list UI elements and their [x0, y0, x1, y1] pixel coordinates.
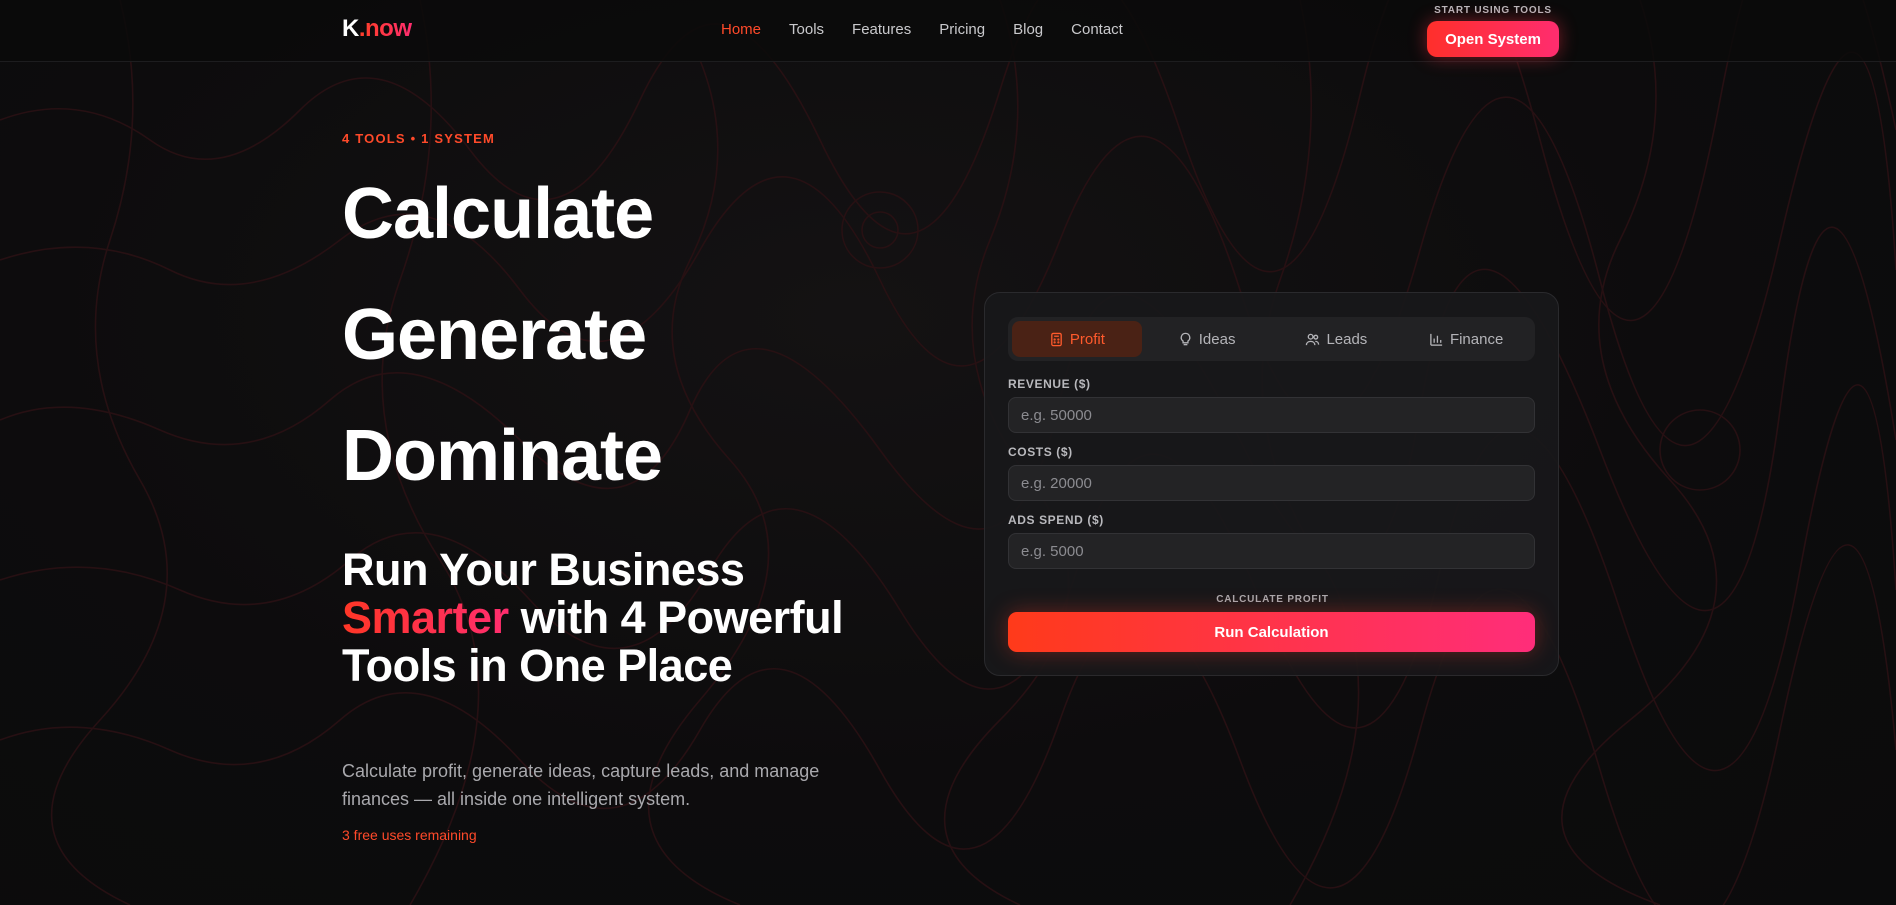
hero-eyebrow: 4 TOOLS • 1 SYSTEM [342, 131, 496, 146]
tool-tabs: Profit Ideas Leads Finance [1008, 317, 1535, 361]
tab-leads[interactable]: Leads [1272, 321, 1402, 357]
nav-link-home[interactable]: Home [721, 21, 761, 38]
costs-input[interactable] [1008, 465, 1535, 501]
nav-link-features[interactable]: Features [852, 21, 911, 38]
top-navbar: K.now Home Tools Features Pricing Blog C… [0, 0, 1896, 62]
nav-links: Home Tools Features Pricing Blog Contact [721, 21, 1151, 38]
hero-word-generate: Generate [342, 295, 647, 375]
brand-logo[interactable]: K.now [342, 15, 412, 43]
tab-profit[interactable]: Profit [1012, 321, 1142, 357]
nav-link-tools[interactable]: Tools [789, 21, 824, 38]
revenue-input[interactable] [1008, 397, 1535, 433]
cta-caption: START USING TOOLS [1434, 5, 1552, 16]
nav-link-contact[interactable]: Contact [1071, 21, 1123, 38]
hero-description: Calculate profit, generate ideas, captur… [342, 761, 820, 809]
run-calculation-button[interactable]: Run Calculation [1008, 612, 1535, 652]
tool-card: Profit Ideas Leads Finance REVENUE ($) C… [984, 292, 1559, 676]
users-icon [1306, 333, 1320, 345]
ads-spend-label: ADS SPEND ($) [1008, 513, 1104, 527]
nav-link-pricing[interactable]: Pricing [939, 21, 985, 38]
calculator-icon [1051, 332, 1062, 346]
headline-accent: Smarter [342, 592, 509, 643]
tab-ideas[interactable]: Ideas [1142, 321, 1272, 357]
free-uses-remaining: 3 free uses remaining [342, 827, 477, 843]
nav-link-blog[interactable]: Blog [1013, 21, 1043, 38]
open-system-button[interactable]: Open System [1427, 21, 1559, 57]
lightbulb-icon [1180, 332, 1191, 345]
tab-label: Leads [1326, 330, 1368, 348]
tab-finance[interactable]: Finance [1401, 321, 1531, 357]
tab-label: Finance [1449, 330, 1504, 348]
bar-chart-icon [1430, 333, 1443, 346]
run-caption: CALCULATE PROFIT [1216, 594, 1329, 605]
background-pattern [0, 0, 1896, 905]
hero-word-dominate: Dominate [342, 416, 663, 496]
ads-spend-input[interactable] [1008, 533, 1535, 569]
costs-label: COSTS ($) [1008, 445, 1073, 459]
tab-label: Ideas [1198, 330, 1236, 348]
tab-label: Profit [1069, 330, 1105, 348]
hero-headline: Run Your Business Smarter with 4 Powerfu… [342, 544, 844, 691]
revenue-label: REVENUE ($) [1008, 377, 1091, 391]
hero-word-calculate: Calculate [342, 174, 654, 254]
